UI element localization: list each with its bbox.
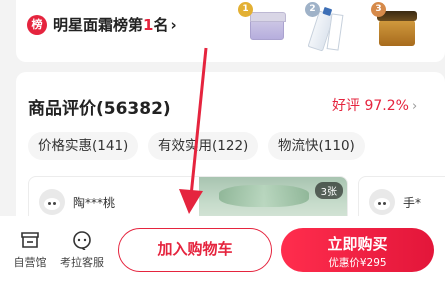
rank-prefix: 明星面霜榜第 — [53, 16, 144, 34]
review-username: 手* — [403, 196, 422, 210]
chevron-right-icon: › — [170, 16, 177, 34]
buy-price-label: 优惠价¥295 — [328, 257, 387, 269]
rank-badge-icon: 榜 — [27, 15, 47, 35]
review-tag-logistics[interactable]: 物流快(110) — [268, 132, 365, 160]
store-icon — [21, 232, 39, 248]
store-label: 自营馆 — [13, 256, 47, 269]
good-rate-link[interactable]: 好评 97.2% › — [332, 95, 417, 115]
add-to-cart-button[interactable]: 加入购物车 — [118, 228, 272, 272]
review-tag-price[interactable]: 价格实惠(141) — [28, 132, 139, 160]
rank-suffix: 名 — [153, 16, 169, 34]
store-nav-button[interactable]: 自营馆 — [10, 230, 50, 270]
ranking-banner[interactable]: 榜 明星面霜榜第1名 › 1 2 3 — [16, 0, 445, 62]
medal-silver-icon: 2 — [305, 2, 320, 17]
service-label: 考拉客服 — [60, 256, 104, 269]
medal-bronze-icon: 3 — [371, 2, 386, 17]
bottom-action-bar: 自营馆 考拉客服 加入购物车 立即购买 优惠价¥295 — [0, 216, 445, 281]
reviews-title[interactable]: 商品评价(56382) — [28, 94, 171, 119]
chevron-right-icon: › — [411, 99, 418, 114]
customer-service-icon — [73, 231, 91, 250]
review-username: 陶***桃 — [73, 196, 116, 210]
avatar — [39, 189, 65, 215]
review-tag-effective[interactable]: 有效实用(122) — [148, 132, 259, 160]
gold-jar-image — [377, 11, 417, 46]
reviews-section: 商品评价(56382) 好评 97.2% › 价格实惠(141) 有效实用(122… — [16, 72, 445, 236]
good-rate-text: 好评 97.2% — [332, 98, 409, 114]
cream-jar-image — [250, 12, 286, 40]
rank-title[interactable]: 明星面霜榜第1名 › — [53, 14, 177, 35]
avatar — [369, 189, 395, 215]
rank-product-3[interactable]: 3 — [371, 2, 421, 52]
medal-gold-icon: 1 — [238, 2, 253, 17]
rank-number: 1 — [143, 16, 154, 34]
photo-count-badge: 3张 — [314, 182, 343, 199]
customer-service-button[interactable]: 考拉客服 — [56, 230, 108, 270]
buy-now-button[interactable]: 立即购买 优惠价¥295 — [281, 228, 434, 272]
rank-product-2[interactable]: 2 — [305, 2, 355, 52]
buy-now-label: 立即购买 — [327, 235, 388, 253]
rank-product-1[interactable]: 1 — [238, 2, 288, 52]
